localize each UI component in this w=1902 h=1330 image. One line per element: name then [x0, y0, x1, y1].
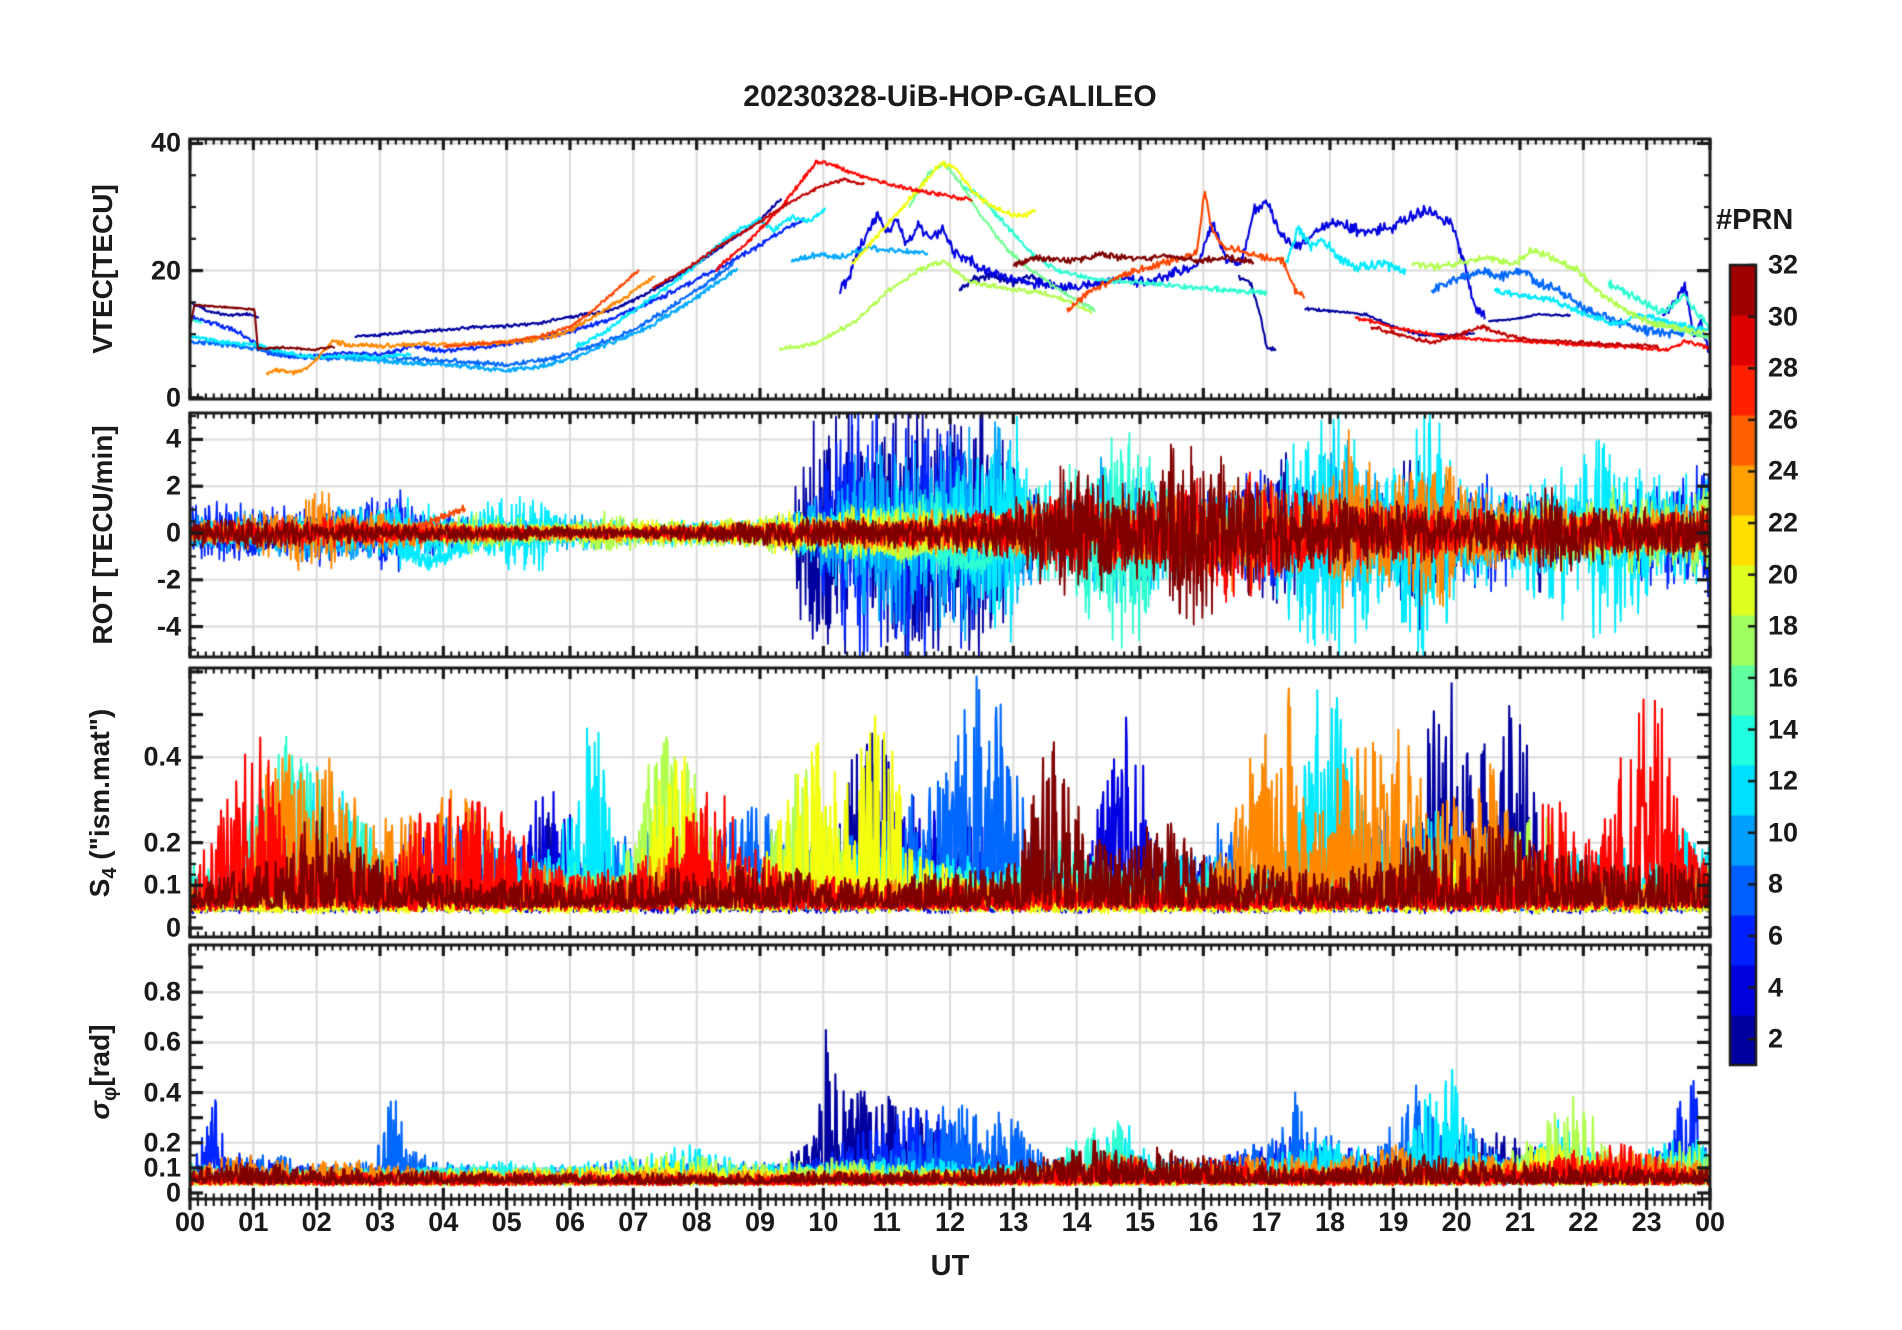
colorbar-tick-label: 4: [1768, 972, 1784, 1003]
x-tick-label: 20: [1441, 1207, 1472, 1237]
colorbar-tick-label: 28: [1768, 352, 1799, 383]
x-tick-label: 00: [1694, 1207, 1726, 1237]
y-tick-label: 0: [165, 912, 181, 943]
x-tick-label: 07: [618, 1207, 649, 1237]
colorbar-tick-label: 8: [1768, 868, 1784, 899]
chart-canvas: [0, 0, 1902, 1330]
x-tick-label: 05: [491, 1207, 522, 1237]
colorbar-tick-label: 6: [1768, 920, 1784, 951]
x-tick-label: 02: [301, 1207, 332, 1237]
colorbar-title: #PRN: [1716, 204, 1794, 236]
x-tick-label: 11: [872, 1207, 901, 1237]
x-tick-label: 13: [998, 1207, 1029, 1237]
x-tick-label: 17: [1251, 1207, 1282, 1237]
y-axis-label-rot: ROT [TECU/min]: [87, 425, 118, 645]
x-tick-label: 18: [1314, 1207, 1346, 1237]
x-tick-label: 19: [1378, 1207, 1409, 1237]
colorbar-tick-label: 12: [1768, 765, 1799, 796]
y-axis-label-sigma-phi: σφ[rad]: [84, 1024, 121, 1120]
y-axis-label-vtec: VTEC[TECU]: [87, 184, 118, 354]
colorbar-tick-label: 32: [1768, 249, 1799, 280]
colorbar-tick-label: 2: [1768, 1023, 1784, 1054]
colorbar-tick-label: 24: [1768, 455, 1799, 486]
y-tick-label: 40: [150, 127, 181, 158]
x-tick-label: 04: [428, 1207, 459, 1237]
y-tick-label: 0: [165, 382, 181, 413]
y-axis-label-s4: S4 ("ism.mat"): [84, 708, 121, 897]
x-tick-label: 08: [681, 1207, 712, 1237]
x-tick-label: 23: [1631, 1207, 1662, 1237]
x-tick-label: 00: [174, 1207, 206, 1237]
x-tick-label: 21: [1504, 1207, 1536, 1237]
x-tick-label: 15: [1124, 1207, 1156, 1237]
colorbar-tick-label: 10: [1768, 817, 1799, 848]
figure: 20230328-UiB-HOP-GALILEO UT #PRN 00 01 02 0…: [0, 0, 1902, 1330]
y-tick-label: 0.8: [143, 976, 181, 1007]
chart-title: 20230328-UiB-HOP-GALILEO: [743, 80, 1157, 113]
x-tick-label: 10: [808, 1207, 839, 1237]
x-tick-label: 09: [744, 1207, 776, 1237]
x-axis-label: UT: [930, 1250, 970, 1282]
x-tick-label: 12: [934, 1207, 966, 1237]
x-tick-label: 01: [238, 1207, 269, 1237]
x-tick-label: 03: [364, 1207, 396, 1237]
x-tick-label: 22: [1568, 1207, 1599, 1237]
colorbar-tick-label: 20: [1768, 559, 1799, 590]
x-tick-label: 06: [554, 1207, 586, 1237]
colorbar-tick-label: 14: [1768, 714, 1799, 745]
colorbar-tick-label: 18: [1768, 610, 1799, 641]
colorbar-tick-label: 16: [1768, 662, 1799, 693]
x-tick-label: 16: [1188, 1207, 1219, 1237]
colorbar-tick-label: 22: [1768, 507, 1799, 538]
colorbar-tick-label: 26: [1768, 404, 1799, 435]
y-tick-label: 0: [165, 1177, 181, 1208]
colorbar-tick-label: 30: [1768, 301, 1799, 332]
x-tick-label: 14: [1061, 1207, 1092, 1237]
